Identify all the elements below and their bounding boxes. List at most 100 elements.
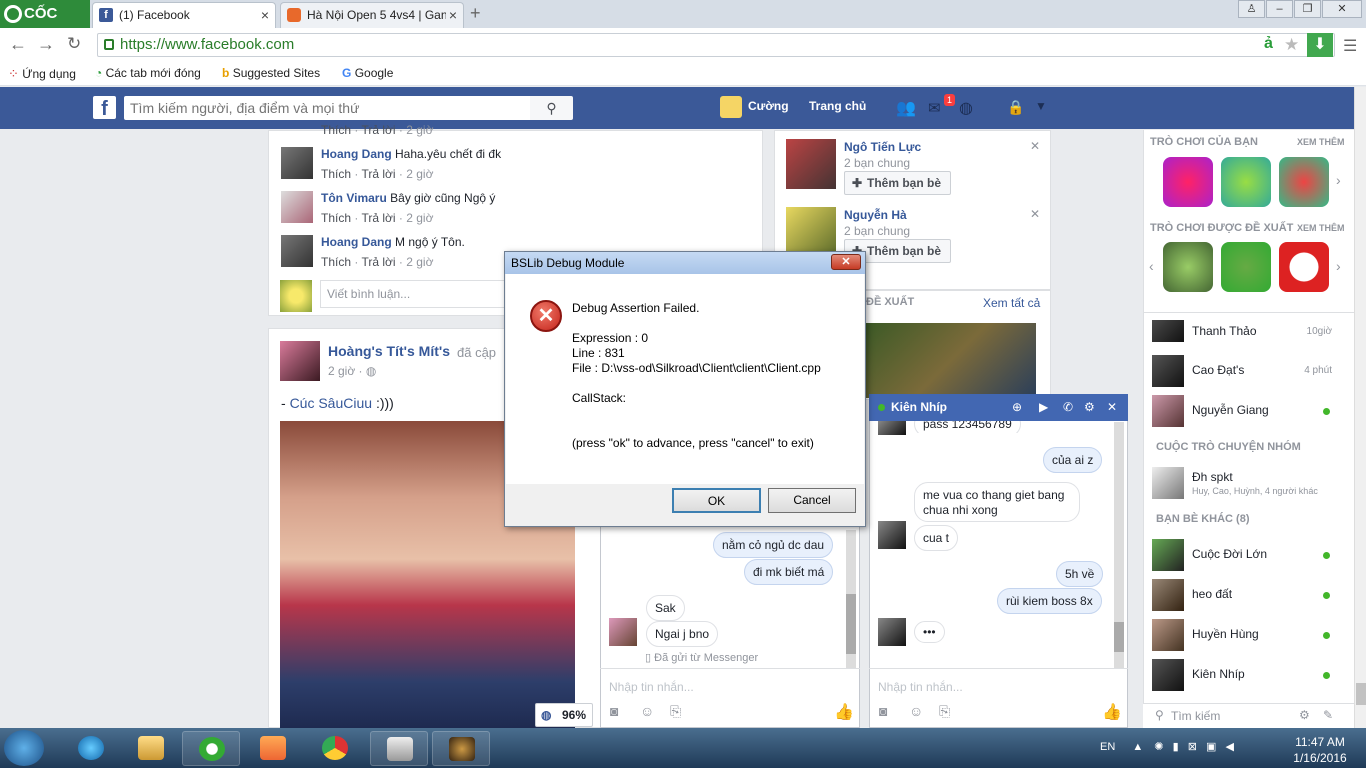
account-menu-icon[interactable]: ▼ (1035, 99, 1047, 113)
pepper-panic-icon[interactable] (1279, 157, 1329, 207)
like-thumb-icon[interactable]: 👍 (834, 702, 854, 722)
taskbar-explorer[interactable] (122, 731, 180, 766)
chevron-right-icon[interactable]: › (1336, 258, 1341, 274)
voice-call-icon[interactable]: ✆ (1063, 394, 1073, 421)
notifications-globe-icon[interactable]: ◍ (959, 98, 973, 118)
like-link[interactable]: Thích (321, 167, 351, 181)
see-more-link[interactable]: XEM THÊM (1297, 223, 1345, 233)
close-tab-icon[interactable]: × (445, 3, 457, 27)
start-button[interactable] (4, 730, 44, 766)
commenter-name[interactable]: Hoang Dang (321, 235, 392, 249)
close-tab-icon[interactable]: × (261, 3, 269, 27)
new-message-icon[interactable]: ✎ (1323, 708, 1333, 722)
privacy-lock-icon[interactable]: 🔒 (1007, 99, 1024, 116)
tray-app-icon[interactable]: ▣ (1206, 741, 1216, 753)
camera-icon[interactable]: ◙ (879, 703, 887, 719)
url-bar[interactable]: https://www.facebook.com (97, 33, 1335, 57)
bookmark-recent-tabs[interactable]: ◔ Các tab mới đóng (95, 66, 201, 80)
restore-icon[interactable]: ❐ (1294, 0, 1321, 18)
settings-gear-icon[interactable]: ⚙ (1084, 394, 1095, 421)
language-indicator[interactable]: EN (1100, 741, 1115, 753)
taskbar-clock[interactable]: 11:47 AM 1/16/2016 (1282, 734, 1358, 766)
minimize-icon[interactable]: – (1266, 0, 1293, 18)
group-chat-item[interactable]: Đh spkt Huy, Cao, Huỳnh, 4 người khác (1152, 467, 1348, 499)
close-window-icon[interactable]: ✕ (1322, 0, 1362, 18)
chat2-scrollbar[interactable] (1114, 422, 1124, 668)
home-link[interactable]: Trang chủ (809, 99, 866, 113)
attach-icon[interactable]: ⎘ (939, 703, 950, 720)
attach-icon[interactable]: ⎘ (670, 703, 681, 720)
farm-heroes-icon[interactable] (1221, 157, 1271, 207)
profile-icon[interactable]: ♙ (1238, 0, 1265, 18)
menu-icon[interactable]: ☰ (1343, 36, 1357, 56)
pokemon-game-icon[interactable] (1279, 242, 1329, 292)
post-time[interactable]: 2 giờ · ◍ (328, 364, 376, 378)
commenter-avatar[interactable] (281, 147, 313, 179)
contact-item[interactable]: heo đất (1152, 579, 1342, 611)
contact-item[interactable]: Cao Đạt's 4 phút (1152, 355, 1342, 387)
zoom-indicator[interactable]: ◍ 96% (535, 703, 593, 727)
dialog-close-icon[interactable]: ✕ (831, 254, 861, 270)
suggestion-avatar[interactable] (786, 139, 836, 189)
scroll-thumb[interactable] (1356, 683, 1366, 705)
chat2-message-input[interactable]: Nhập tin nhắn... (878, 680, 963, 694)
see-more-link[interactable]: XEM THÊM (1297, 137, 1345, 147)
post-author-avatar[interactable] (280, 341, 320, 381)
network-icon[interactable]: ▮ (1173, 741, 1179, 753)
commenter-avatar[interactable] (281, 191, 313, 223)
contact-item[interactable]: Thanh Thảo 10giờ (1152, 320, 1342, 342)
ok-button[interactable]: OK (672, 488, 761, 513)
dialog-title-bar[interactable]: BSLib Debug Module (505, 252, 865, 274)
chevron-left-icon[interactable]: ‹ (1149, 258, 1154, 274)
contact-item[interactable]: Kiên Nhíp (1152, 659, 1342, 691)
profile-link[interactable]: Cường (748, 99, 789, 113)
back-icon[interactable]: ← (9, 34, 27, 55)
add-friend-button[interactable]: ✚ Thêm bạn bè (844, 171, 951, 195)
chat1-message-input[interactable]: Nhập tin nhắn... (609, 680, 694, 694)
chat2-header[interactable]: Kiên Nhíp ⊕ ▶ ✆ ⚙ ✕ (869, 394, 1128, 421)
reload-icon[interactable]: ↻ (67, 34, 81, 54)
coccoc-logo[interactable]: CỐC CỐC (0, 0, 90, 50)
user-avatar[interactable] (720, 96, 742, 118)
chevron-right-icon[interactable]: › (1336, 172, 1341, 188)
video-call-icon[interactable]: ▶ (1039, 394, 1048, 421)
volume-icon[interactable]: ◀ (1225, 741, 1233, 753)
suggestion-name[interactable]: Ngô Tiến Lực (844, 140, 921, 154)
suggestion-name[interactable]: Nguyễn Hà (844, 208, 907, 222)
mutual-friends[interactable]: 2 bạn chung (844, 224, 910, 238)
suggestion-avatar[interactable] (786, 207, 836, 257)
taskbar-coccoc[interactable] (182, 731, 240, 766)
tagged-friend-link[interactable]: Cúc SâuCiuu (290, 395, 373, 411)
taskbar-window[interactable] (370, 731, 428, 766)
close-chat-icon[interactable]: ✕ (1107, 394, 1117, 421)
dismiss-icon[interactable]: ✕ (1030, 207, 1040, 221)
contact-item[interactable]: Cuộc Đời Lớn (1152, 539, 1342, 571)
sidebar-search[interactable]: ⚲ Tìm kiếm ⚙ ✎ (1143, 703, 1354, 728)
add-people-icon[interactable]: ⊕ (1012, 394, 1022, 421)
tray-expand-icon[interactable]: ▲ (1132, 741, 1143, 753)
like-thumb-icon[interactable]: 👍 (1102, 702, 1122, 722)
taskbar-ie[interactable] (62, 731, 120, 766)
suggested-game-thumbnail[interactable] (866, 323, 1036, 398)
forward-icon[interactable]: → (37, 34, 55, 55)
reply-link[interactable]: Trả lời (361, 167, 395, 181)
commenter-avatar[interactable] (281, 235, 313, 267)
bookmark-apps[interactable]: ⁘ Ứng dụng (8, 66, 76, 82)
taskbar-chrome[interactable] (306, 731, 364, 766)
contact-item[interactable]: Nguyễn Giang (1152, 395, 1342, 427)
taskbar-silkroad[interactable] (432, 731, 490, 766)
post-author-name[interactable]: Hoàng's Tít's Mít's (328, 343, 450, 359)
like-link[interactable]: Thích (321, 123, 351, 137)
sticker-icon[interactable]: ☺ (909, 703, 923, 719)
facebook-logo-icon[interactable]: f (93, 96, 116, 120)
settings-gear-icon[interactable]: ⚙ (1299, 708, 1310, 722)
mutual-friends[interactable]: 2 bạn chung (844, 156, 910, 170)
commenter-name[interactable]: Hoang Dang (321, 147, 392, 161)
new-tab-icon[interactable]: + (470, 3, 481, 24)
cancel-button[interactable]: Cancel (768, 488, 856, 513)
tab-game[interactable]: Hà Nội Open 5 4vs4 | Gan × (280, 2, 464, 28)
like-link[interactable]: Thích (321, 255, 351, 269)
see-all-link[interactable]: Xem tất cả (983, 296, 1040, 310)
bookmark-suggested-sites[interactable]: b Suggested Sites (222, 66, 320, 80)
like-link[interactable]: Thích (321, 211, 351, 225)
